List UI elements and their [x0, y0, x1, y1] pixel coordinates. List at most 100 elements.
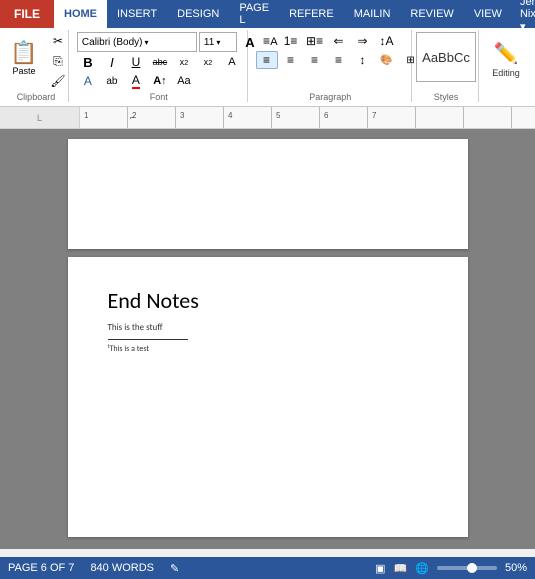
font-content: Calibri (Body) ▾ 11 ▾ A A B I U abc x2 x… [77, 32, 241, 90]
track-changes-icon: ✎ [170, 562, 179, 575]
align-right-button[interactable]: ≡ [304, 51, 326, 69]
page-endnotes[interactable]: End Notes This is the stuff ¹This is a t… [68, 257, 468, 537]
paste-icon: 📋 [10, 42, 37, 64]
word-count-text: 840 WORDS [90, 562, 154, 574]
tab-view[interactable]: VIEW [464, 0, 512, 28]
font-format-row: B I U abc x2 x2 A [77, 53, 243, 71]
paragraph-label: Paragraph [309, 90, 351, 102]
justify-button[interactable]: ≡ [328, 51, 350, 69]
ruler-7: 7 [372, 111, 420, 120]
subscript-button[interactable]: x2 [173, 53, 195, 71]
ruler-main: 1 2 3 4 5 6 7 ⌐ [80, 107, 535, 128]
tab-page-layout[interactable]: PAGE L [229, 0, 279, 28]
tab-home[interactable]: HOME [54, 0, 107, 28]
track-icon: ✎ [170, 562, 179, 575]
ruler-corner: L [37, 113, 42, 123]
underline-button[interactable]: U [125, 53, 147, 71]
multilevel-list-button[interactable]: ⊞≡ [304, 32, 326, 50]
clipboard-content: 📋 Paste ✂ ⎘ 🖌 [3, 32, 69, 90]
tab-references[interactable]: REFERE [279, 0, 344, 28]
ruler-5: 5 [276, 111, 324, 120]
font-name-arrow: ▾ [145, 38, 149, 47]
ruler-1: 1 [84, 111, 132, 120]
user-menu[interactable]: Jerry Nixon ▾ [512, 0, 535, 28]
tab-design[interactable]: DESIGN [167, 0, 229, 28]
paste-button[interactable]: 📋 Paste [3, 32, 45, 86]
endnotes-divider [108, 339, 188, 340]
clipboard-small-btns: ✂ ⎘ 🖌 [47, 32, 69, 90]
font-group: Calibri (Body) ▾ 11 ▾ A A B I U abc x2 x… [71, 30, 248, 102]
zoom-level: 50% [505, 562, 527, 574]
change-case-button[interactable]: Aa [173, 72, 195, 90]
page-status-text: PAGE 6 OF 7 [8, 562, 74, 574]
editing-group: ✏️ Editing x [481, 30, 531, 102]
paragraph-group: ≡ 1≡ ⊞≡ ⇐ ⇒ ↕A ≡ ≡ ≡ ≡ ↕ 🎨 ⊞ ¶ Paragraph [250, 30, 412, 102]
file-tab[interactable]: FILE [0, 0, 54, 28]
format-painter-button[interactable]: 🖌 [47, 72, 69, 90]
editing-button[interactable]: ✏️ Editing [482, 32, 530, 86]
font-size-increase2[interactable]: A↑ [149, 72, 171, 90]
view-normal-icon[interactable]: ▣ [375, 562, 385, 575]
shading-button[interactable]: 🎨 [376, 51, 398, 69]
font-color-button[interactable]: A [125, 72, 147, 90]
styles-preview: AaBbCc [422, 50, 470, 65]
font-color-label: A [132, 73, 140, 89]
numbering-button[interactable]: 1≡ [280, 32, 302, 50]
list-row: ≡ 1≡ ⊞≡ ⇐ ⇒ ↕A [256, 32, 398, 50]
highlight-label: ab [106, 76, 117, 87]
font-size-arrow: ▾ [216, 38, 220, 47]
editing-label: Editing [492, 68, 520, 78]
font-name-dropdown[interactable]: Calibri (Body) ▾ [77, 32, 197, 52]
italic-button[interactable]: I [101, 53, 123, 71]
paste-label: Paste [12, 66, 35, 76]
paragraph-content: ≡ 1≡ ⊞≡ ⇐ ⇒ ↕A ≡ ≡ ≡ ≡ ↕ 🎨 ⊞ ¶ [256, 32, 405, 90]
tab-insert[interactable]: INSERT [107, 0, 167, 28]
end-notes-body: This is the stuff [108, 322, 428, 333]
tab-mailings[interactable]: MAILIN [344, 0, 401, 28]
line-spacing-button[interactable]: ↕ [352, 51, 374, 69]
superscript-button[interactable]: x2 [197, 53, 219, 71]
align-left-button[interactable]: ≡ [256, 51, 278, 69]
font-label: Font [150, 90, 168, 102]
ruler-3: 3 [180, 111, 228, 120]
status-bar: PAGE 6 OF 7 840 WORDS ✎ ▣ 📖 🌐 50% [0, 557, 535, 579]
document-area: End Notes This is the stuff ¹This is a t… [0, 129, 535, 549]
bullets-button[interactable]: ≡ [256, 32, 278, 50]
strikethrough-button[interactable]: abc [149, 53, 171, 71]
copy-button[interactable]: ⎘ [47, 52, 69, 70]
word-count-status: 840 WORDS [90, 562, 154, 574]
ruler-4: 4 [228, 111, 276, 120]
clipboard-group: 📋 Paste ✂ ⎘ 🖌 Clipboard [4, 30, 69, 102]
highlight-color-button[interactable]: ab [101, 72, 123, 90]
cut-button[interactable]: ✂ [47, 32, 69, 50]
tab-stop-marker: ⌐ [130, 113, 135, 122]
font-name-value: Calibri (Body) [82, 37, 143, 48]
zoom-thumb [467, 563, 477, 573]
font-size-dropdown[interactable]: 11 ▾ [199, 32, 237, 52]
decrease-indent-button[interactable]: ⇐ [328, 32, 350, 50]
ribbon-tabs: FILE HOME INSERT DESIGN PAGE L REFERE MA… [0, 0, 535, 28]
clear-format-button[interactable]: A [221, 53, 243, 71]
font-color-row: A ab A A↑ Aa [77, 72, 195, 90]
sort-button[interactable]: ↕A [376, 32, 398, 50]
editing-content: ✏️ Editing [482, 32, 530, 90]
styles-gallery[interactable]: AaBbCc [416, 32, 476, 82]
page-status: PAGE 6 OF 7 [8, 562, 74, 574]
view-web-icon[interactable]: 🌐 [415, 562, 429, 575]
view-reading-icon[interactable]: 📖 [394, 562, 408, 575]
clipboard-label: Clipboard [17, 90, 56, 102]
ruler-6: 6 [324, 111, 372, 120]
editing-icon: ✏️ [494, 41, 519, 66]
text-effects-button[interactable]: A [77, 72, 99, 90]
ruler: L 1 2 3 4 5 6 7 ⌐ [0, 107, 535, 129]
zoom-slider[interactable] [437, 566, 497, 570]
align-center-button[interactable]: ≡ [280, 51, 302, 69]
ribbon-content: 📋 Paste ✂ ⎘ 🖌 Clipboard Calibri (Body) ▾… [0, 28, 535, 107]
tab-review[interactable]: REVIEW [400, 0, 463, 28]
zoom-value: 50 [505, 562, 517, 574]
styles-group: AaBbCc Styles [414, 30, 479, 102]
styles-label: Styles [434, 90, 459, 102]
increase-indent-button[interactable]: ⇒ [352, 32, 374, 50]
end-notes-footnote: ¹This is a test [108, 344, 428, 354]
bold-button[interactable]: B [77, 53, 99, 71]
